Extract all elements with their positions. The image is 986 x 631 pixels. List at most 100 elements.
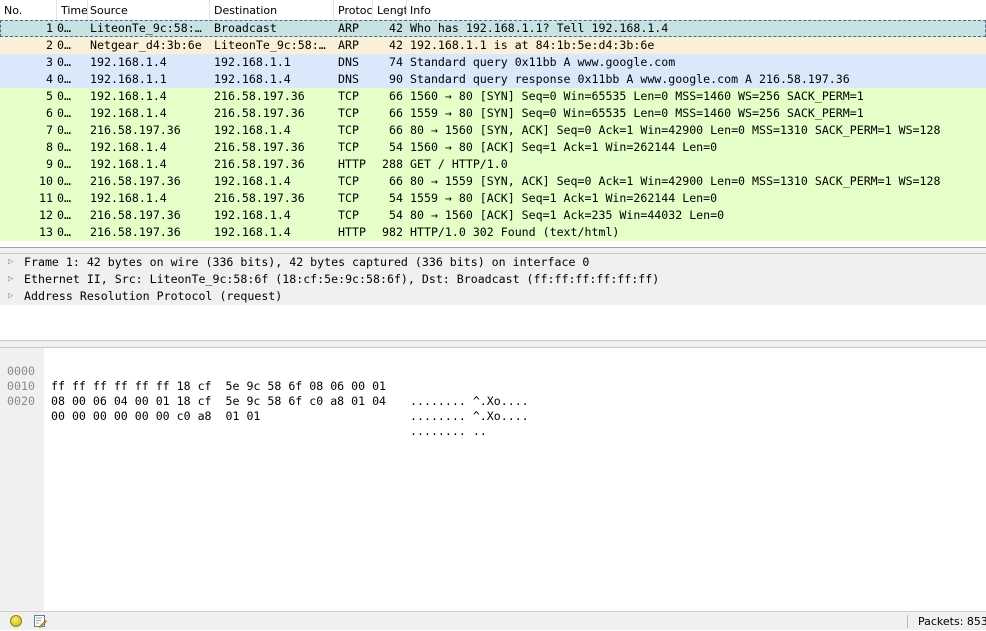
cell-time: 0… xyxy=(57,89,71,103)
cell-source: 216.58.197.36 xyxy=(90,174,181,188)
cell-destination: 192.168.1.4 xyxy=(214,225,291,239)
cell-info: 1560 → 80 [ACK] Seq=1 Ack=1 Win=262144 L… xyxy=(410,140,718,154)
packet-row[interactable]: 7 0… 216.58.197.36 192.168.1.4 TCP 66 80 → 156… xyxy=(0,122,986,139)
byte-line: 0020 00 00 00 00 00 00 c0 a8 01 01 .....… xyxy=(0,379,487,438)
cell-length: 54 xyxy=(389,208,403,222)
detail-text: Address Resolution Protocol (request) xyxy=(24,289,283,303)
cell-time: 0… xyxy=(57,72,71,86)
cell-info: GET / HTTP/1.0 xyxy=(410,157,508,171)
cell-destination: 216.58.197.36 xyxy=(214,191,305,205)
cell-protocol: TCP xyxy=(338,89,359,103)
cell-time: 0… xyxy=(57,225,71,239)
cell-no: 9 xyxy=(46,157,53,171)
packet-row[interactable]: 8 0… 192.168.1.4 216.58.197.36 TCP 54 1560 → 8… xyxy=(0,139,986,156)
cell-protocol: TCP xyxy=(338,106,359,120)
packet-bytes-pane[interactable]: 0000 ff ff ff ff ff ff 18 cf 5e 9c 58 6f… xyxy=(0,347,986,611)
packet-row[interactable]: 1 0… LiteonTe_9c:58:… Broadcast ARP 42 Who has… xyxy=(0,20,986,37)
cell-info: Standard query response 0x11bb A www.goo… xyxy=(410,72,850,86)
column-header-time[interactable]: Time xyxy=(57,0,88,20)
cell-length: 982 xyxy=(382,225,403,239)
cell-time: 0… xyxy=(57,208,71,222)
byte-ascii[interactable]: ........ .. xyxy=(410,424,487,439)
column-header-source[interactable]: Source xyxy=(86,0,210,20)
byte-ascii[interactable]: ........ ^.Xo.... xyxy=(410,394,529,409)
expand-arrow-icon[interactable]: ▷ xyxy=(8,288,18,305)
cell-length: 66 xyxy=(389,89,403,103)
column-header-destination[interactable]: Destination xyxy=(210,0,334,20)
cell-info: 1559 → 80 [SYN] Seq=0 Win=65535 Len=0 MS… xyxy=(410,106,864,120)
detail-row-frame[interactable]: ▷ Frame 1: 42 bytes on wire (336 bits), … xyxy=(0,254,986,271)
packets-count: Packets: 853 xyxy=(918,615,986,628)
cell-info: 192.168.1.1 is at 84:1b:5e:d4:3b:6e xyxy=(410,38,655,52)
cell-protocol: ARP xyxy=(338,21,359,35)
packet-list-header: No. Time Source Destination Protoc Lengt… xyxy=(0,0,986,21)
packet-row[interactable]: 5 0… 192.168.1.4 216.58.197.36 TCP 66 1560 → 8… xyxy=(0,88,986,105)
packet-row[interactable]: 11 0… 192.168.1.4 216.58.197.36 TCP 54 1559 → … xyxy=(0,190,986,207)
cell-protocol: ARP xyxy=(338,38,359,52)
packet-row[interactable]: 13 0… 216.58.197.36 192.168.1.4 HTTP 982 HTTP/… xyxy=(0,224,986,241)
packet-row[interactable]: 2 0… Netgear_d4:3b:6e LiteonTe_9c:58:… ARP 42… xyxy=(0,37,986,54)
expand-arrow-icon[interactable]: ▷ xyxy=(8,271,18,288)
cell-protocol: TCP xyxy=(338,191,359,205)
cell-destination: 216.58.197.36 xyxy=(214,106,305,120)
cell-protocol: TCP xyxy=(338,208,359,222)
cell-destination: 192.168.1.4 xyxy=(214,123,291,137)
cell-no: 3 xyxy=(46,55,53,69)
column-header-no[interactable]: No. xyxy=(0,0,57,20)
packet-row[interactable]: 12 0… 216.58.197.36 192.168.1.4 TCP 54 80 → 15… xyxy=(0,207,986,224)
cell-destination: 216.58.197.36 xyxy=(214,89,305,103)
cell-destination: LiteonTe_9c:58:… xyxy=(214,38,326,52)
cell-info: 1560 → 80 [SYN] Seq=0 Win=65535 Len=0 MS… xyxy=(410,89,864,103)
cell-source: 192.168.1.4 xyxy=(90,157,167,171)
byte-hex[interactable]: 08 00 06 04 00 01 18 cf 5e 9c 58 6f c0 a… xyxy=(51,394,386,409)
cell-source: 192.168.1.4 xyxy=(90,191,167,205)
column-header-length[interactable]: Lengt xyxy=(373,0,407,20)
cell-no: 13 xyxy=(39,225,53,239)
detail-row-arp[interactable]: ▷ Address Resolution Protocol (request) xyxy=(0,288,986,305)
cell-length: 66 xyxy=(389,174,403,188)
expand-arrow-icon[interactable]: ▷ xyxy=(8,254,18,271)
cell-source: 192.168.1.4 xyxy=(90,140,167,154)
cell-length: 90 xyxy=(389,72,403,86)
cell-source: 216.58.197.36 xyxy=(90,123,181,137)
cell-protocol: TCP xyxy=(338,123,359,137)
packet-list[interactable]: No. Time Source Destination Protoc Lengt… xyxy=(0,0,986,248)
cell-destination: Broadcast xyxy=(214,21,277,35)
cell-destination: 216.58.197.36 xyxy=(214,157,305,171)
status-led-icon[interactable] xyxy=(10,615,22,627)
cell-info: HTTP/1.0 302 Found (text/html) xyxy=(410,225,620,239)
packet-details-pane[interactable]: ▷ Frame 1: 42 bytes on wire (336 bits), … xyxy=(0,253,986,341)
cell-length: 42 xyxy=(389,38,403,52)
cell-no: 8 xyxy=(46,140,53,154)
column-header-info[interactable]: Info xyxy=(406,0,986,20)
detail-row-ethernet[interactable]: ▷ Ethernet II, Src: LiteonTe_9c:58:6f (1… xyxy=(0,271,986,288)
byte-hex[interactable]: 00 00 00 00 00 00 c0 a8 01 01 xyxy=(51,409,260,424)
cell-no: 5 xyxy=(46,89,53,103)
byte-hex[interactable]: ff ff ff ff ff ff 18 cf 5e 9c 58 6f 08 0… xyxy=(51,379,386,394)
cell-source: 192.168.1.4 xyxy=(90,89,167,103)
cell-info: 80 → 1559 [SYN, ACK] Seq=0 Ack=1 Win=429… xyxy=(410,174,941,188)
cell-source: Netgear_d4:3b:6e xyxy=(90,38,202,52)
cell-destination: 216.58.197.36 xyxy=(214,140,305,154)
cell-length: 66 xyxy=(389,106,403,120)
byte-line: 0000 ff ff ff ff ff ff 18 cf 5e 9c 58 6f… xyxy=(0,349,529,408)
byte-ascii[interactable]: ........ ^.Xo.... xyxy=(410,409,529,424)
column-header-protocol[interactable]: Protoc xyxy=(334,0,373,20)
packet-row[interactable]: 3 0… 192.168.1.4 192.168.1.1 DNS 74 Standard q… xyxy=(0,54,986,71)
packet-row[interactable]: 6 0… 192.168.1.4 216.58.197.36 TCP 66 1559 → 8… xyxy=(0,105,986,122)
cell-destination: 192.168.1.4 xyxy=(214,208,291,222)
packet-row[interactable]: 9 0… 192.168.1.4 216.58.197.36 HTTP 288 GET / … xyxy=(0,156,986,173)
cell-destination: 192.168.1.4 xyxy=(214,72,291,86)
packet-row[interactable]: 4 0… 192.168.1.1 192.168.1.4 DNS 90 Standard q… xyxy=(0,71,986,88)
edit-comment-icon[interactable] xyxy=(33,614,47,628)
status-bar: Packets: 853 xyxy=(0,611,986,630)
cell-source: LiteonTe_9c:58:… xyxy=(90,21,202,35)
cell-time: 0… xyxy=(57,21,71,35)
cell-protocol: TCP xyxy=(338,140,359,154)
packet-row[interactable]: 10 0… 216.58.197.36 192.168.1.4 TCP 66 80 → 15… xyxy=(0,173,986,190)
cell-info: Who has 192.168.1.1? Tell 192.168.1.4 xyxy=(410,21,669,35)
cell-time: 0… xyxy=(57,174,71,188)
cell-no: 1 xyxy=(46,21,53,35)
cell-source: 192.168.1.1 xyxy=(90,72,167,86)
cell-time: 0… xyxy=(57,157,71,171)
